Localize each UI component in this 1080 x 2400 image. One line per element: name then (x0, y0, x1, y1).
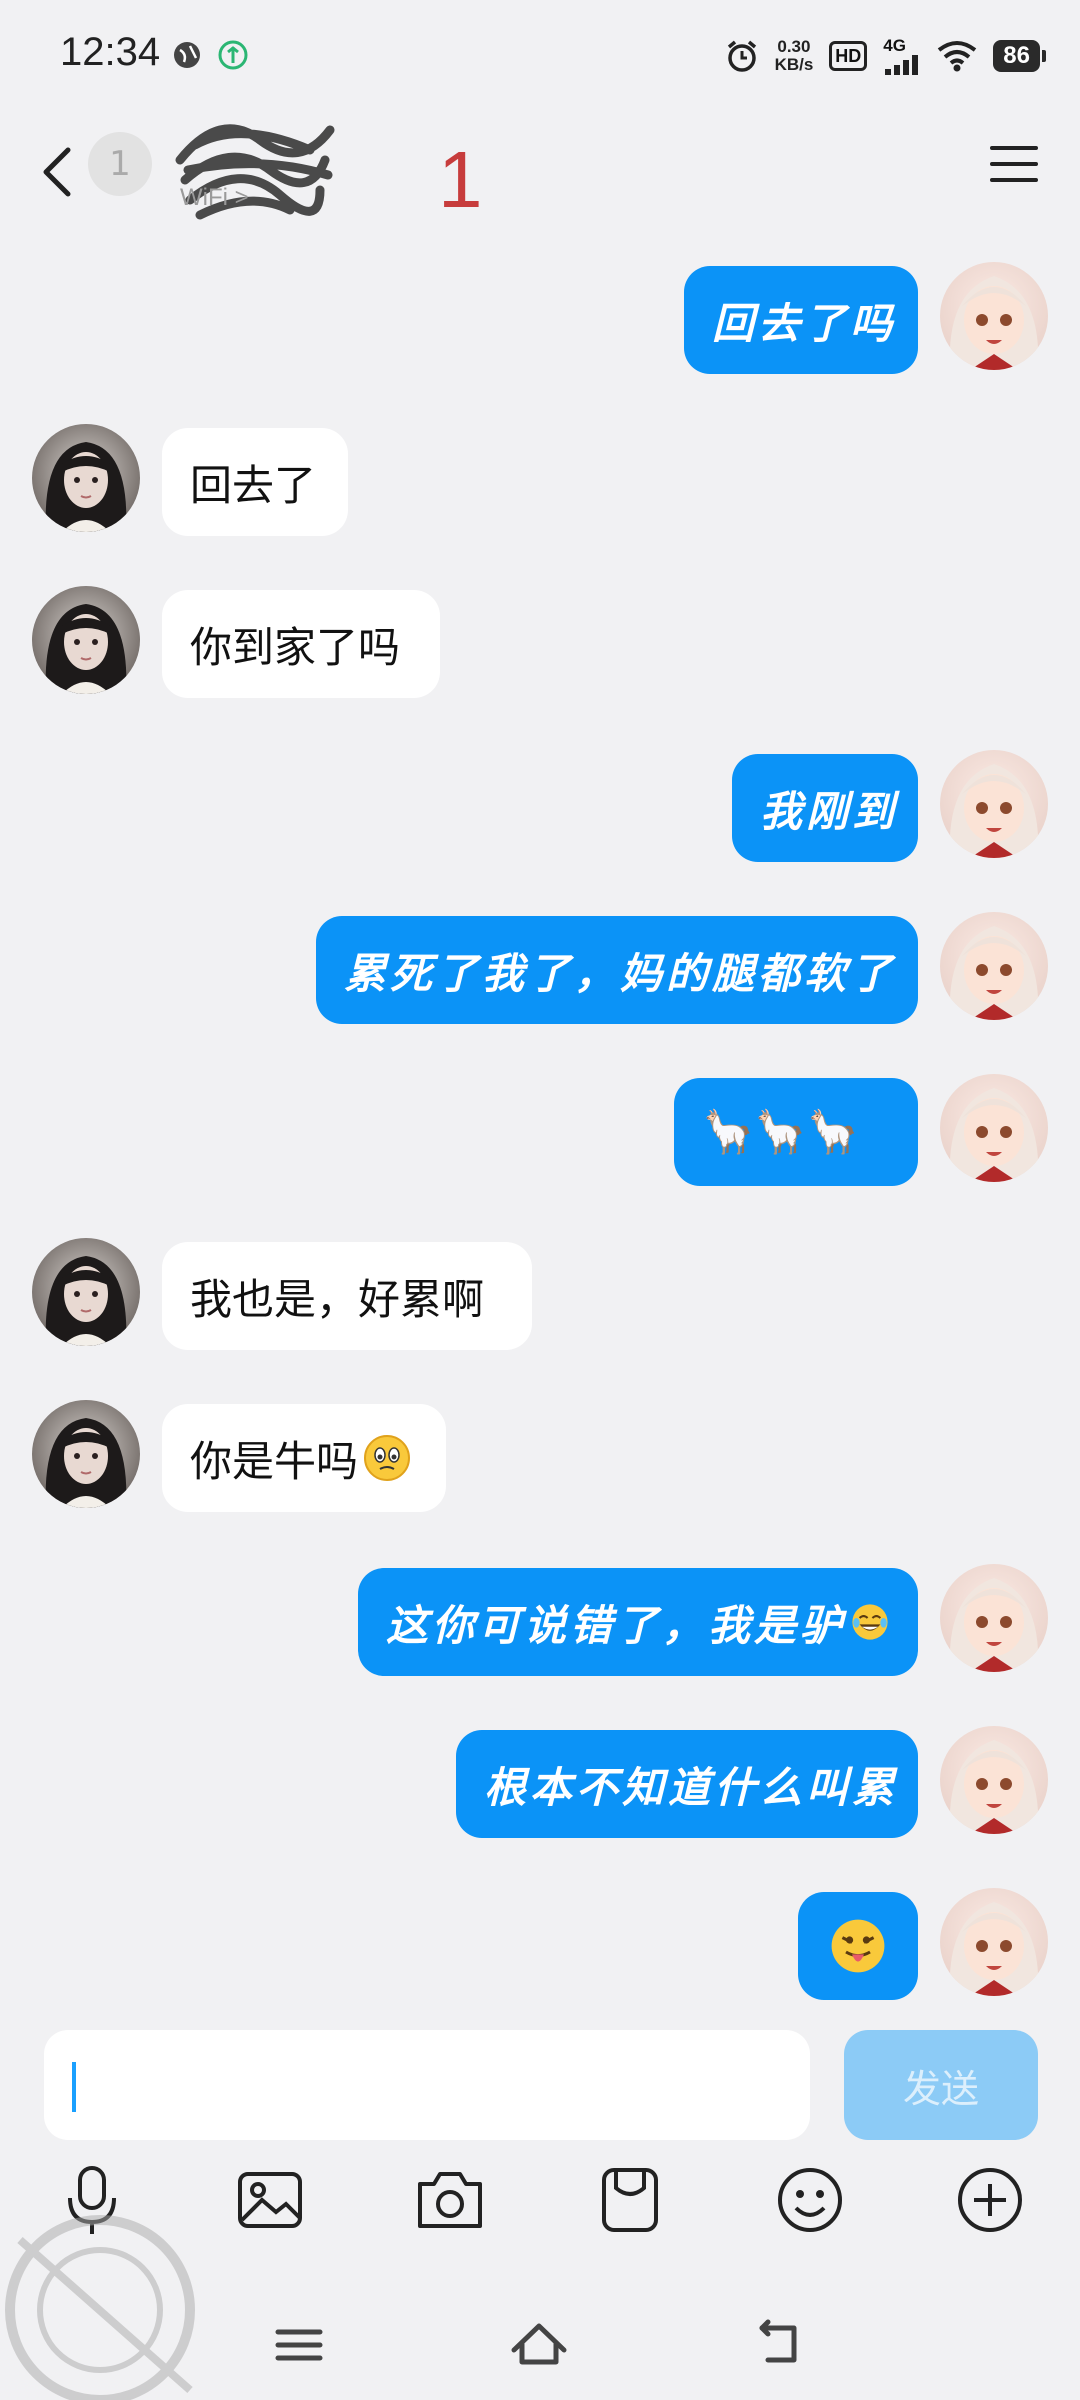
contact-avatar[interactable]: 1 (88, 132, 152, 196)
contact-avatar-photo[interactable] (32, 424, 140, 532)
hd-badge: HD (829, 41, 868, 71)
wifi-icon (938, 41, 977, 72)
menu-icon[interactable] (264, 2310, 334, 2380)
sent-message-bubble[interactable]: 根本不知道什么叫累 (456, 1730, 918, 1838)
network-type: 4G (883, 36, 906, 55)
message-input[interactable] (44, 2030, 810, 2140)
message-list: 回去了吗 回去了 你到家了吗 我刚到 累死了我了，妈的腿都软了 🦙🦙🦙 我也是，… (0, 250, 1080, 2010)
alarm-icon (727, 40, 756, 72)
grimace-emoji-icon (364, 1435, 411, 1481)
received-message-bubble[interactable]: 回去了 (162, 428, 348, 536)
message-row: 你是牛吗 (0, 1400, 1080, 1512)
message-row: 你到家了吗 (0, 586, 1080, 698)
message-row: 🦙🦙🦙 (0, 1074, 1080, 1186)
contact-status[interactable]: WiFi > (180, 184, 249, 212)
status-bar: 12:34 0.30 KB/s HD 4G 86 (0, 0, 1080, 110)
globe-icon (174, 42, 200, 68)
message-row: 回去了吗 (0, 262, 1080, 374)
contact-avatar-photo[interactable] (32, 1238, 140, 1346)
my-avatar[interactable] (940, 1074, 1048, 1182)
text-caret (72, 2062, 76, 2112)
received-message-bubble[interactable]: 你到家了吗 (162, 590, 440, 698)
my-avatar[interactable] (940, 1888, 1048, 1996)
cell-signal: 4G (883, 37, 921, 75)
message-text: 你是牛吗 (190, 1436, 359, 1486)
back-icon[interactable] (744, 2310, 814, 2380)
message-row: 这你可说错了，我是驴 (0, 1564, 1080, 1676)
chat-header: 1 WiFi > 1 (0, 110, 1080, 260)
my-avatar[interactable] (940, 912, 1048, 1020)
back-arrow-icon[interactable] (30, 130, 90, 210)
sent-message-bubble[interactable]: 这你可说错了，我是驴 (358, 1568, 918, 1676)
sent-message-bubble[interactable]: 🦙🦙🦙 (674, 1078, 918, 1186)
status-right: 0.30 KB/s HD 4G 86 (725, 34, 1046, 78)
message-row: 我刚到 (0, 750, 1080, 862)
laughing-tears-emoji-icon (852, 1604, 888, 1640)
my-avatar[interactable] (940, 750, 1048, 858)
plus-icon[interactable] (950, 2160, 1030, 2240)
sent-message-bubble[interactable]: 回去了吗 (684, 266, 918, 374)
message-row (0, 1888, 1080, 2000)
my-avatar[interactable] (940, 1564, 1048, 1672)
message-row: 根本不知道什么叫累 (0, 1726, 1080, 1838)
send-button[interactable]: 发送 (844, 2030, 1038, 2140)
input-area: 发送 (0, 2010, 1080, 2140)
message-row: 累死了我了，妈的腿都软了 (0, 912, 1080, 1024)
net-speed: 0.30 KB/s (775, 38, 814, 74)
net-speed-value: 0.30 (777, 37, 811, 56)
unread-count: 1 (438, 135, 483, 224)
sticker-icon[interactable] (590, 2160, 670, 2240)
sent-message-bubble[interactable] (798, 1892, 918, 2000)
hamburger-icon[interactable] (988, 138, 1040, 190)
signal-bars-icon (885, 55, 919, 75)
message-text: 这你可说错了，我是驴 (386, 1600, 847, 1650)
sent-message-bubble[interactable]: 我刚到 (732, 754, 918, 862)
watermark-logo (5, 2215, 195, 2400)
status-time: 12:34 (60, 30, 161, 74)
sent-message-bubble[interactable]: 累死了我了，妈的腿都软了 (316, 916, 918, 1024)
home-icon[interactable] (504, 2310, 574, 2380)
contact-avatar-photo[interactable] (32, 1400, 140, 1508)
message-row: 回去了 (0, 424, 1080, 536)
received-message-bubble[interactable]: 我也是，好累啊 (162, 1242, 532, 1350)
my-avatar[interactable] (940, 262, 1048, 370)
image-icon[interactable] (230, 2160, 310, 2240)
message-row: 我也是，好累啊 (0, 1238, 1080, 1350)
contact-avatar-photo[interactable] (32, 586, 140, 694)
net-speed-unit: KB/s (774, 55, 814, 74)
my-avatar[interactable] (940, 1726, 1048, 1834)
received-message-bubble[interactable]: 你是牛吗 (162, 1404, 446, 1512)
battery-indicator: 86 (993, 40, 1046, 72)
tongue-out-emoji-icon (831, 1919, 885, 1973)
camera-icon[interactable] (410, 2160, 490, 2240)
app-notification-icon (218, 40, 248, 70)
redacted-name-scribble (175, 124, 335, 220)
emoji-icon[interactable] (770, 2160, 850, 2240)
